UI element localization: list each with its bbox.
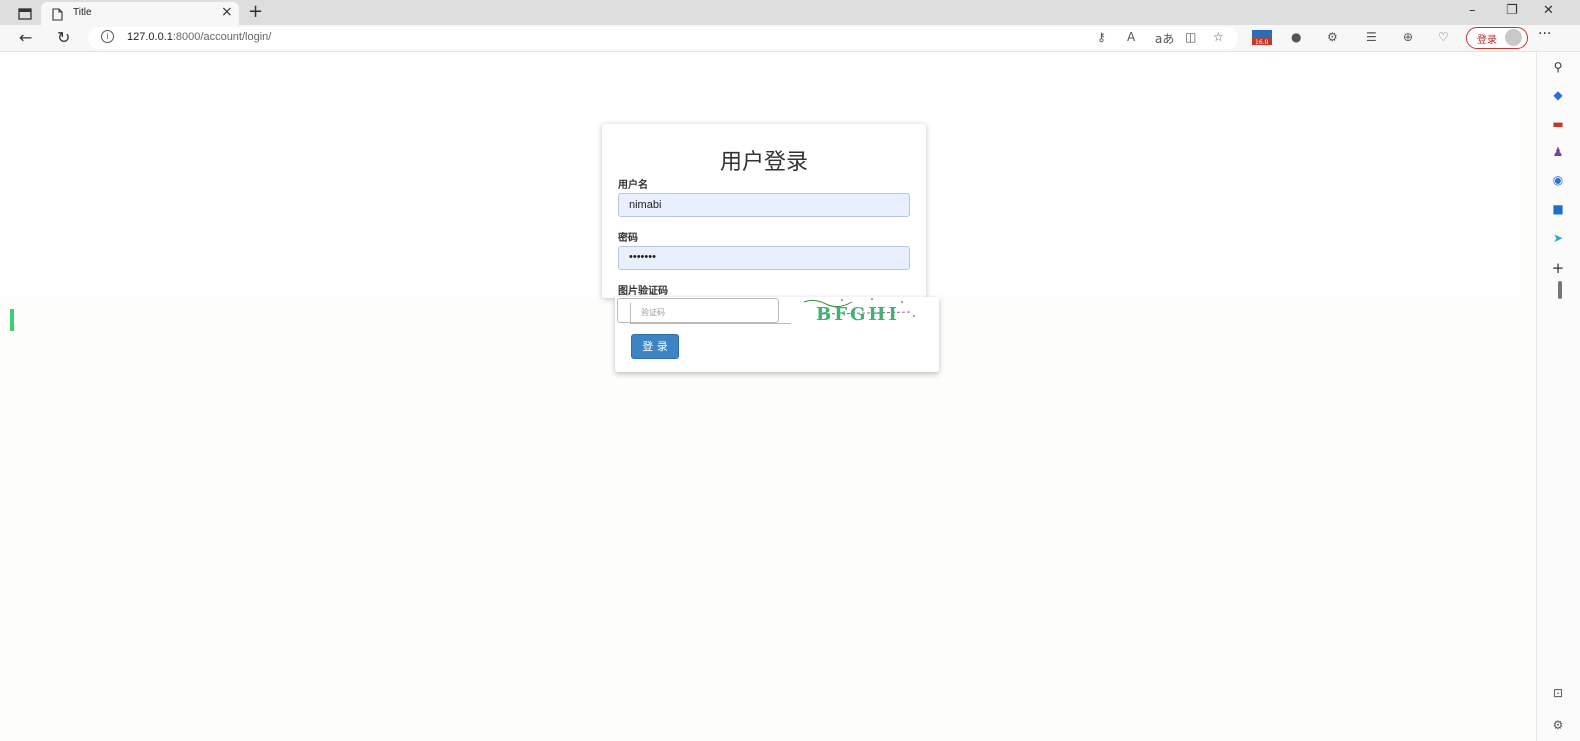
- extensions-icon[interactable]: ⚙: [1327, 30, 1338, 44]
- restore-icon[interactable]: ❐: [1506, 3, 1518, 18]
- sidebar-settings-icon[interactable]: ⚙: [1551, 718, 1565, 732]
- password-input[interactable]: •••••••: [618, 246, 910, 270]
- outlook-icon[interactable]: ■: [1551, 202, 1565, 216]
- avatar-icon: [1505, 29, 1522, 46]
- close-tab-icon[interactable]: ×: [221, 4, 233, 20]
- login-button[interactable]: 登 录: [631, 334, 679, 359]
- reading-view-icon[interactable]: ◫: [1185, 30, 1196, 44]
- games-icon[interactable]: ♟: [1551, 145, 1565, 159]
- login-card: 用户登录 用户名 nimabi 密码 ••••••• 图片验证码: [602, 124, 926, 298]
- page-title: 用户登录: [719, 150, 808, 175]
- add-sidebar-icon[interactable]: +: [1551, 261, 1565, 276]
- performance-icon[interactable]: ♡: [1438, 30, 1449, 44]
- captcha-label: 图片验证码: [618, 286, 668, 297]
- minimize-icon[interactable]: –: [1469, 3, 1476, 18]
- translate-icon[interactable]: aあ: [1155, 30, 1174, 47]
- username-input[interactable]: nimabi: [618, 193, 910, 217]
- tab-strip: Title × + – ❐ ✕: [0, 0, 1580, 25]
- address-bar[interactable]: i 127.0.0.1:8000/account/login/: [88, 27, 1238, 49]
- url-text: 127.0.0.1:8000/account/login/: [127, 31, 272, 43]
- tools-icon[interactable]: ▬: [1551, 117, 1565, 131]
- svg-text:BFGHI: BFGHI: [816, 304, 900, 324]
- collections-icon[interactable]: ⊕: [1403, 30, 1413, 44]
- username-label: 用户名: [618, 180, 648, 191]
- browser-toolbar: ← ↻ i 127.0.0.1:8000/account/login/ ⚷ A …: [0, 25, 1580, 52]
- key-icon[interactable]: ⚷: [1097, 30, 1106, 44]
- refresh-icon[interactable]: ↻: [57, 28, 70, 47]
- copilot-icon[interactable]: ◉: [1551, 173, 1565, 187]
- more-menu-icon[interactable]: ···: [1538, 26, 1551, 42]
- site-info-icon[interactable]: i: [101, 30, 114, 43]
- read-aloud-icon[interactable]: A: [1127, 30, 1135, 44]
- tab-active[interactable]: Title ×: [41, 2, 239, 25]
- extension-badge-icon[interactable]: 16.0: [1251, 28, 1273, 49]
- svg-text:16.0: 16.0: [1255, 39, 1269, 46]
- username-value: nimabi: [629, 199, 662, 211]
- hide-sidebar-icon[interactable]: ⊡: [1551, 686, 1565, 700]
- captcha-input[interactable]: 验证码: [630, 303, 791, 324]
- favorite-add-icon[interactable]: ☆: [1213, 30, 1224, 44]
- search-icon[interactable]: ⚲: [1551, 60, 1565, 74]
- profile-label: 登录: [1477, 35, 1497, 46]
- password-label: 密码: [618, 233, 638, 244]
- tab-title: Title: [73, 7, 92, 18]
- edge-sidebar: ⚲ ◆ ▬ ♟ ◉ ■ ➤ + ⊡ ⚙: [1536, 52, 1580, 741]
- profile-button[interactable]: 登录: [1466, 27, 1528, 49]
- close-window-icon[interactable]: ✕: [1543, 3, 1554, 18]
- password-value: •••••••: [629, 251, 656, 263]
- captcha-placeholder: 验证码: [641, 308, 665, 317]
- cookie-extension-icon[interactable]: ●: [1291, 30, 1301, 44]
- back-icon[interactable]: ←: [19, 28, 32, 47]
- scrollbar-thumb[interactable]: [1558, 281, 1562, 299]
- shopping-tag-icon[interactable]: ◆: [1551, 88, 1565, 102]
- focus-indicator: [10, 309, 14, 331]
- tab-actions-icon[interactable]: [18, 5, 34, 20]
- captcha-image[interactable]: BFGHI: [802, 296, 920, 324]
- new-tab-icon[interactable]: +: [248, 1, 263, 22]
- send-icon[interactable]: ➤: [1551, 231, 1565, 245]
- page-icon: [52, 6, 63, 25]
- favorites-icon[interactable]: ☰: [1366, 30, 1377, 44]
